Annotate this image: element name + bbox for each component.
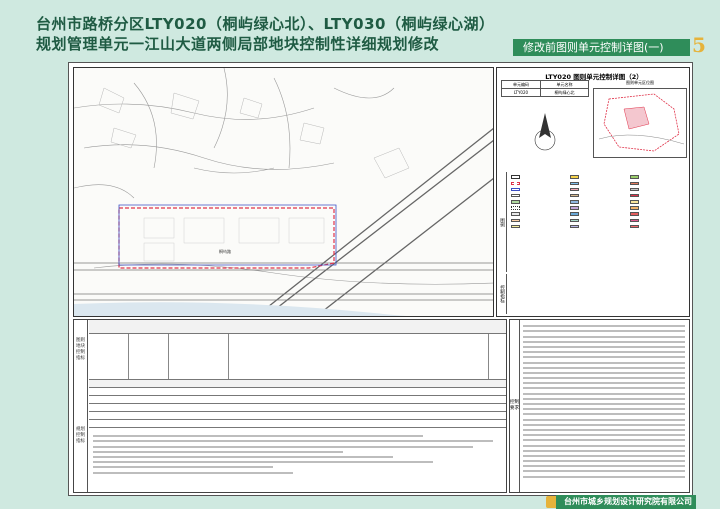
compass-icon — [534, 113, 556, 151]
legend-swatch — [570, 224, 580, 229]
legend-swatch — [629, 200, 639, 204]
unit-info-table: 单元编码 单元名称 LTY020 桐屿绿心北 — [501, 80, 590, 97]
legend-row — [511, 224, 689, 230]
page-number: 5 — [692, 33, 706, 57]
map-drawing: 桐屿路 — [74, 68, 493, 316]
planning-map: 桐屿路 — [73, 67, 494, 317]
table-row — [89, 412, 506, 420]
table-row — [89, 420, 506, 428]
legend-swatch — [629, 187, 639, 192]
table-side-label-top: 图则地块控制指标 — [74, 320, 88, 380]
legend-swatch — [570, 200, 580, 204]
legend-panel: LTY020 图则单元控制详图（2） 单元编码 单元名称 LTY020 桐屿绿心… — [496, 67, 690, 317]
requirements-side-label: 控制要求 — [510, 320, 520, 492]
legend-swatch — [511, 212, 520, 216]
legend-swatch — [629, 206, 639, 210]
table-cell: 桐屿绿心北 — [539, 88, 590, 97]
legend-swatch — [570, 206, 580, 210]
legend-swatch — [629, 218, 639, 223]
title-line-2: 规划管理单元一江山大道两侧局部地块控制性详细规划修改 — [36, 35, 440, 53]
legend-swatch — [570, 193, 580, 198]
legend-swatch — [570, 187, 580, 192]
legend-swatch — [511, 193, 520, 198]
indicator-side-label: 控制指标 — [497, 274, 507, 314]
control-indicator-table: 图则地块控制指标 规划控制指标 — [73, 319, 507, 493]
table-row — [89, 404, 506, 412]
section-label-bar: 修改前图则单元控制详图(一) — [513, 39, 690, 56]
legend-swatch — [570, 212, 580, 216]
legend-swatch — [570, 218, 580, 223]
table-cell: 单元名称 — [539, 80, 590, 89]
location-map — [593, 88, 687, 158]
legend-swatch — [511, 175, 520, 179]
legend-swatch — [629, 175, 639, 179]
legend-swatch — [629, 224, 639, 229]
table-cell: LTY020 — [501, 88, 541, 97]
control-requirements: 控制要求 — [509, 319, 690, 493]
legend-swatch — [629, 193, 639, 198]
legend-swatch — [511, 200, 520, 204]
footer-org-name: 台州市城乡规划设计研究院有限公司 — [556, 495, 696, 509]
svg-text:桐屿路: 桐屿路 — [219, 248, 231, 254]
legend-side-label: 图例 — [497, 172, 507, 272]
legend-swatch — [511, 187, 520, 192]
location-map-label: 图则单元区位图 — [626, 80, 654, 85]
legend-swatch — [629, 181, 639, 186]
legend-swatch — [511, 181, 520, 186]
table-row: LTY020 桐屿绿心北 — [501, 88, 590, 97]
legend-swatch — [511, 218, 520, 223]
table-row — [89, 396, 506, 404]
legend-swatch — [570, 175, 580, 179]
requirements-text — [510, 320, 689, 478]
table-row — [89, 380, 506, 388]
table-cell: 单元编码 — [501, 80, 541, 89]
legend-swatch — [511, 206, 520, 210]
title-line-1: 台州市路桥分区LTY020（桐屿绿心北）、LTY030（桐屿绿心湖） — [36, 15, 495, 33]
legend-swatch — [629, 212, 639, 216]
table-row — [89, 334, 506, 380]
table-row: 单元编码 单元名称 — [501, 80, 590, 89]
legend-list — [511, 174, 689, 230]
table-header-row — [89, 320, 506, 334]
table-side-label-bottom: 规划控制指标 — [74, 380, 88, 492]
legend-swatch — [511, 224, 520, 229]
table-row — [89, 388, 506, 396]
legend-swatch — [570, 181, 580, 186]
table-notes — [89, 432, 506, 490]
plan-sheet: 桐屿路 LTY020 图则单元控制详图（2） 单元编码 单元名称 LTY020 … — [68, 62, 693, 496]
